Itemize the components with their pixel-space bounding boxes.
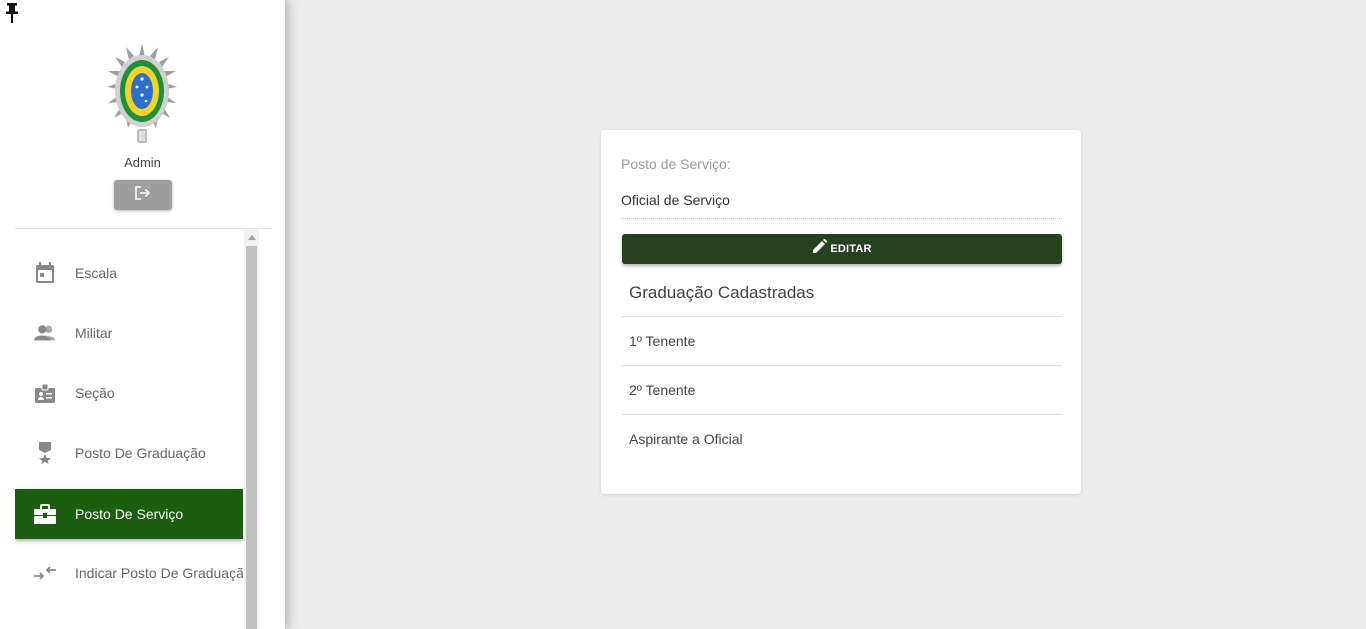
logout-icon (134, 185, 152, 206)
sidebar-item-label: Escala (75, 265, 118, 281)
army-emblem-logo (106, 43, 178, 147)
sidebar-nav: Escala Militar Seção Posto De Graduação … (15, 230, 243, 629)
sidebar-item-label: Seção (75, 385, 115, 401)
edit-button-label: EDITAR (830, 243, 872, 255)
logout-button[interactable] (114, 180, 172, 210)
sidebar-scrollbar[interactable] (244, 230, 259, 629)
sidebar-item-escala[interactable]: Escala (15, 248, 243, 298)
field-label: Posto de Serviço: (621, 156, 731, 172)
sidebar-divider (15, 228, 271, 229)
field-underline (621, 218, 1062, 219)
sidebar-item-label: Posto De Serviço (75, 506, 184, 522)
edit-button[interactable]: EDITAR (622, 234, 1062, 264)
badge-icon (34, 382, 56, 404)
sidebar-item-posto-de-servico[interactable]: Posto De Serviço (15, 489, 243, 539)
sidebar-item-label: Posto De Graduação (75, 445, 206, 461)
list-item[interactable]: Aspirante a Oficial (621, 414, 1062, 463)
scrollbar-thumb[interactable] (246, 246, 257, 629)
sidebar-item-partial[interactable] (15, 608, 243, 629)
user-name: Admin (124, 155, 161, 170)
scroll-up-arrow-icon[interactable] (244, 230, 259, 245)
people-icon (34, 322, 56, 344)
list-item[interactable]: 1º Tenente (621, 316, 1062, 365)
compare-arrows-icon (34, 562, 56, 584)
list-title: Graduação Cadastradas (629, 283, 815, 302)
sidebar-item-label: Militar (75, 325, 113, 341)
briefcase-icon (34, 503, 56, 525)
posto-servico-card: Posto de Serviço: Oficial de Serviço EDI… (601, 130, 1081, 494)
calendar-icon (34, 262, 56, 284)
medal-icon (34, 442, 56, 464)
pin-icon[interactable] (4, 2, 20, 24)
list-item[interactable]: 2º Tenente (621, 365, 1062, 414)
sidebar-item-label: Indicar Posto De Graduação (75, 565, 243, 581)
sidebar-item-posto-de-graduacao[interactable]: Posto De Graduação (15, 428, 243, 478)
list-icon (34, 622, 56, 629)
sidebar-item-indicar-posto-de-graduacao[interactable]: Indicar Posto De Graduação (15, 548, 243, 598)
sidebar: Admin Escala Militar Seção Posto De Grad… (0, 0, 285, 629)
field-value: Oficial de Serviço (621, 192, 730, 208)
sidebar-item-secao[interactable]: Seção (15, 368, 243, 418)
sidebar-item-militar[interactable]: Militar (15, 308, 243, 358)
pencil-icon (812, 238, 828, 259)
graduacao-list: 1º Tenente 2º Tenente Aspirante a Oficia… (621, 316, 1062, 463)
